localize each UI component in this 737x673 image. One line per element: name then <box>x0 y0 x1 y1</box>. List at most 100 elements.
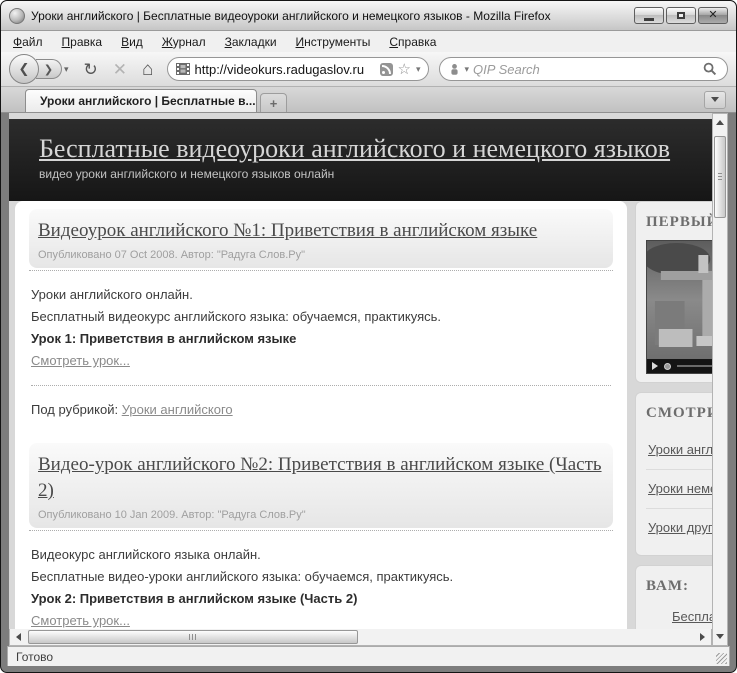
article-1-title-link[interactable]: Видеоурок английского №1: Приветствия в … <box>38 220 537 241</box>
sidebar-vam-box: ВАМ: Бесплатный Переводчик <box>635 565 712 629</box>
player-knob-icon[interactable] <box>664 363 671 370</box>
chevron-left-icon: ❮ <box>19 61 30 77</box>
web-page: Бесплатные видеоуроки английского и неме… <box>9 113 712 629</box>
sidebar-link-other-lessons[interactable]: Уроки других языков <box>648 520 712 535</box>
article-1-line1: Уроки английского онлайн. <box>31 284 611 306</box>
status-text: Готово <box>16 650 53 664</box>
qip-logo-icon[interactable] <box>448 63 461 76</box>
search-bar[interactable]: ▾ <box>439 57 728 81</box>
article-2-title-link[interactable]: Видео-урок английского №2: Приветствия в… <box>38 454 602 501</box>
film-strip-icon <box>176 63 190 75</box>
vertical-scrollbar[interactable] <box>712 113 728 646</box>
back-button[interactable]: ❮ <box>9 54 39 84</box>
scroll-up-button[interactable] <box>713 115 727 130</box>
sidebar-vam-title: ВАМ: <box>646 578 712 595</box>
forward-button[interactable]: ❯ <box>36 59 62 79</box>
arrow-up-icon <box>716 120 724 125</box>
sidebar-watch-box: СМОТРИТЕ Уроки английского Уроки немецко… <box>635 392 712 556</box>
article-2-header: Видео-урок английского №2: Приветствия в… <box>29 443 613 528</box>
sidebar-first-lesson-box: ПЕРВЫЙ УРОК <box>635 201 712 383</box>
address-bar[interactable]: ☆ ▾ <box>167 57 429 81</box>
article-2-line2: Бесплатные видео-уроки английского языка… <box>31 566 611 588</box>
tab-list-button[interactable] <box>704 91 726 109</box>
horizontal-scroll-thumb[interactable] <box>28 630 358 644</box>
reload-button[interactable]: ↻ <box>84 61 98 78</box>
scroll-left-button[interactable] <box>11 629 26 645</box>
article-1-line2: Бесплатный видеокурс английского языка: … <box>31 306 611 328</box>
site-header: Бесплатные видеоуроки английского и неме… <box>9 119 712 201</box>
chevron-right-icon: ❯ <box>44 63 53 76</box>
home-icon: ⌂ <box>142 59 153 80</box>
menu-view[interactable]: Вид <box>121 35 143 49</box>
page-area: Бесплатные видеоуроки английского и неме… <box>9 113 712 646</box>
navigation-toolbar: ❮ ❯ ▾ ↻ ✕ ⌂ ☆ ▾ ▾ <box>1 52 736 87</box>
minimize-button[interactable] <box>634 7 664 24</box>
history-dropdown-icon[interactable]: ▾ <box>64 64 69 75</box>
urlbar-dropdown-icon[interactable]: ▾ <box>416 64 421 75</box>
tab-label: Уроки английского | Бесплатные в... <box>40 94 256 108</box>
search-engine-dropdown-icon[interactable]: ▾ <box>465 64 470 75</box>
chevron-down-icon <box>711 97 719 102</box>
tab-bar: Уроки английского | Бесплатные в... + <box>1 87 736 113</box>
menu-history[interactable]: Журнал <box>162 35 206 49</box>
restore-button[interactable] <box>666 7 696 24</box>
horizontal-scrollbar[interactable] <box>9 629 712 646</box>
article-2-meta: Опубликовано 10 Jan 2009. Автор: "Радуга… <box>38 509 604 521</box>
article-1-bold-line: Урок 1: Приветствия в английском языке <box>31 328 611 350</box>
search-input[interactable] <box>473 62 699 77</box>
article-1-meta: Опубликовано 07 Oct 2008. Автор: "Радуга… <box>38 249 604 261</box>
article-1-header: Видеоурок английского №1: Приветствия в … <box>29 209 613 268</box>
list-item: Уроки немецкого <box>646 469 712 508</box>
article-2: Видео-урок английского №2: Приветствия в… <box>29 443 613 629</box>
arrow-down-icon <box>716 634 724 639</box>
close-button[interactable]: ✕ <box>698 7 728 24</box>
menu-tools[interactable]: Инструменты <box>296 35 371 49</box>
resize-grip[interactable] <box>716 653 727 664</box>
site-title-link[interactable]: Бесплатные видеоуроки английского и неме… <box>39 134 670 164</box>
title-bar[interactable]: Уроки английского | Бесплатные видеоурок… <box>1 1 736 31</box>
sidebar-first-lesson-title: ПЕРВЫЙ УРОК <box>646 214 712 231</box>
bookmark-star-icon[interactable]: ☆ <box>398 62 411 77</box>
article-2-watch-link[interactable]: Смотреть урок... <box>31 613 130 628</box>
menu-help[interactable]: Справка <box>389 35 436 49</box>
minimize-icon <box>644 18 654 21</box>
arrow-right-icon <box>700 633 705 641</box>
sidebar: ПЕРВЫЙ УРОК <box>635 201 712 629</box>
tab-active[interactable]: Уроки английского | Бесплатные в... <box>25 89 257 112</box>
menu-bookmarks[interactable]: Закладки <box>225 35 277 49</box>
list-item: Уроки других языков <box>646 508 712 547</box>
article-1-category-line: Под рубрикой: Уроки английского <box>31 402 611 417</box>
category-link[interactable]: Уроки английского <box>122 402 233 417</box>
stop-icon: ✕ <box>113 60 127 79</box>
play-icon[interactable] <box>652 362 658 370</box>
divider <box>31 385 611 386</box>
article-1-body: Уроки английского онлайн. Бесплатный вид… <box>29 271 613 386</box>
scroll-right-button[interactable] <box>695 629 710 645</box>
category-label: Под рубрикой: <box>31 402 118 417</box>
url-input[interactable] <box>195 62 375 77</box>
sidebar-translator-link[interactable]: Бесплатный Переводчик <box>646 604 712 629</box>
stop-button[interactable]: ✕ <box>113 61 127 78</box>
reload-icon: ↻ <box>84 60 98 79</box>
magnifier-icon[interactable] <box>703 62 717 76</box>
scroll-down-button[interactable] <box>713 629 727 644</box>
menu-bar: Файл Правка Вид Журнал Закладки Инструме… <box>1 31 736 52</box>
sidebar-link-german-lessons[interactable]: Уроки немецкого <box>648 481 712 496</box>
browser-window: Уроки английского | Бесплатные видеоурок… <box>0 0 737 673</box>
firefox-icon <box>9 8 25 24</box>
video-player[interactable] <box>646 240 712 374</box>
sidebar-link-english-lessons[interactable]: Уроки английского <box>648 442 712 457</box>
menu-file[interactable]: Файл <box>13 35 43 49</box>
vertical-scroll-thumb[interactable] <box>714 136 726 218</box>
player-progress-track[interactable] <box>677 365 712 367</box>
arrow-left-icon <box>16 633 21 641</box>
article-1-watch-link[interactable]: Смотреть урок... <box>31 353 130 368</box>
rss-icon[interactable] <box>380 63 393 76</box>
video-controls <box>647 359 712 373</box>
menu-edit[interactable]: Правка <box>62 35 103 49</box>
page-body: Видеоурок английского №1: Приветствия в … <box>9 201 712 629</box>
home-button[interactable]: ⌂ <box>142 60 153 79</box>
browser-viewport: Бесплатные видеоуроки английского и неме… <box>9 113 728 646</box>
sidebar-watch-title: СМОТРИТЕ <box>646 405 712 422</box>
new-tab-button[interactable]: + <box>260 93 287 112</box>
